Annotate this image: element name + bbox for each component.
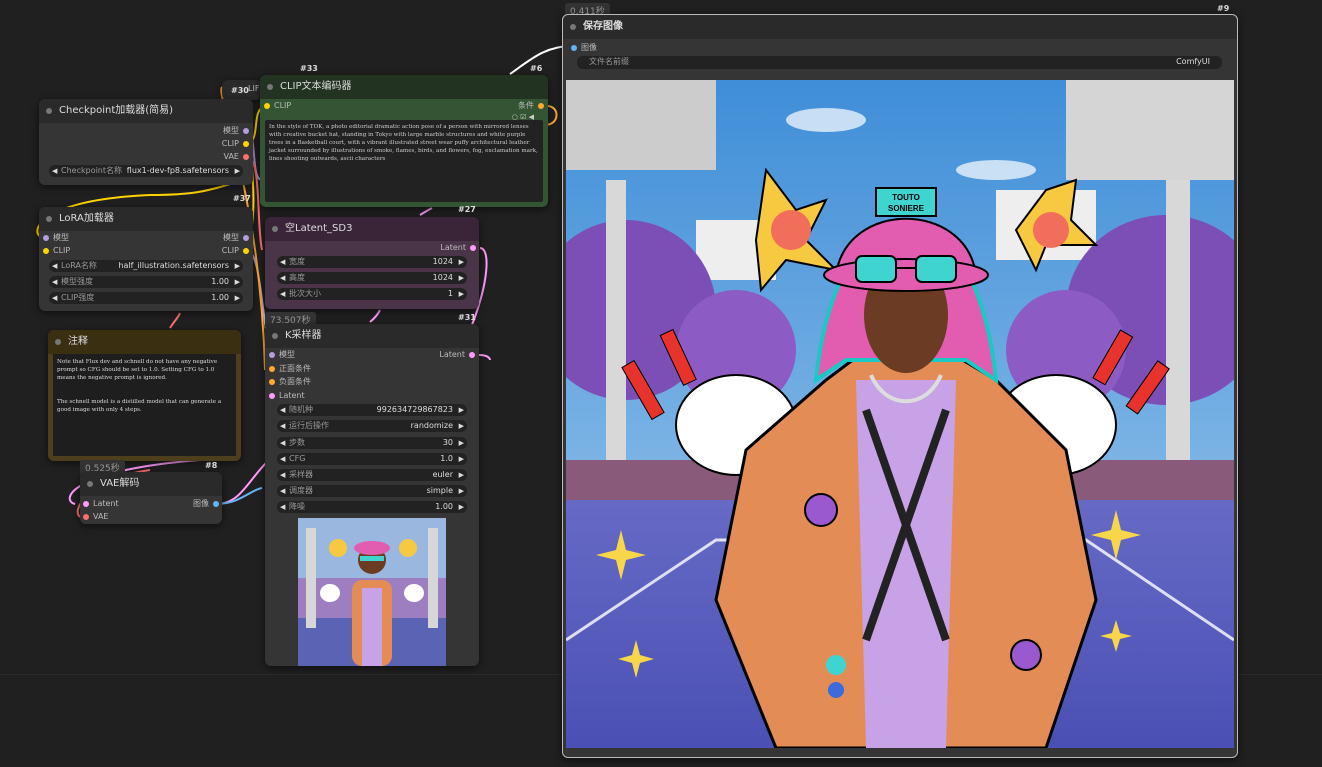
ksampler-input-latent[interactable]: Latent xyxy=(269,390,305,402)
vae-decode-title: VAE解码 xyxy=(80,472,222,496)
combo-right-arrow-icon[interactable]: ▶ xyxy=(235,165,240,177)
filename-prefix-input[interactable]: 文件名前缀 ComfyUI xyxy=(577,56,1222,69)
vae-decode-input-vae[interactable]: VAE xyxy=(83,511,109,523)
combo-left-arrow-icon[interactable]: ◀ xyxy=(52,165,57,177)
checkpoint-output-vae[interactable]: VAE xyxy=(224,151,249,163)
ksampler-preview-image xyxy=(298,518,446,666)
ksampler-denoise[interactable]: ◀ 降噪 1.00 ▶ xyxy=(277,501,467,513)
note-node[interactable]: 注释 Note that Flux dev and schnell do not… xyxy=(48,330,241,461)
model-port-dot[interactable] xyxy=(243,235,249,241)
conditioning-port-dot[interactable] xyxy=(269,366,275,372)
note-text-area[interactable]: Note that Flux dev and schnell do not ha… xyxy=(53,354,236,456)
ksampler-badge: #31 xyxy=(458,313,476,322)
lora-clip-strength[interactable]: ◀ CLIP强度 1.00 ▶ xyxy=(49,292,243,304)
vae-decode-output-image[interactable]: 图像 xyxy=(193,498,219,510)
ksampler-steps[interactable]: ◀ 步数 30 ▶ xyxy=(277,437,467,449)
checkpoint-loader-node[interactable]: Checkpoint加载器(简易) 模型 CLIP VAE ◀ Checkpoi… xyxy=(39,99,253,185)
generated-output-image: TOUTO SONIERE xyxy=(566,80,1234,748)
clip-encode-badge-2: #6 xyxy=(530,64,543,73)
hat-text-2: SONIERE xyxy=(888,204,925,213)
checkpoint-name-combo[interactable]: ◀ Checkpoint名称 flux1-dev-fp8.safetensors… xyxy=(49,165,243,177)
clip-port-dot[interactable] xyxy=(243,248,249,254)
ksampler-input-model[interactable]: 模型 xyxy=(269,349,295,361)
save-image-node[interactable]: 保存图像 图像 文件名前缀 ComfyUI TOUTO SONIERE xyxy=(562,14,1238,758)
checkpoint-output-clip[interactable]: CLIP xyxy=(222,138,249,150)
ksampler-control-after[interactable]: ◀ 运行后操作 randomize ▶ xyxy=(277,420,467,432)
lora-output-model[interactable]: 模型 xyxy=(223,232,249,244)
latent-height[interactable]: ◀ 高度 1024 ▶ xyxy=(277,272,467,284)
prompt-textarea[interactable]: In the style of TOK, a photo editorial d… xyxy=(265,120,543,202)
checkpoint-loader-title: Checkpoint加载器(简易) xyxy=(39,99,253,123)
conditioning-port-dot[interactable] xyxy=(269,379,275,385)
checkpoint-output-model[interactable]: 模型 xyxy=(223,125,249,137)
vae-decode-node[interactable]: VAE解码 Latent VAE 图像 xyxy=(80,472,222,524)
clip-encode-badge: #33 xyxy=(300,64,318,73)
clip-encode-output-cond[interactable]: 条件 xyxy=(518,100,544,112)
ksampler-cfg[interactable]: ◀ CFG 1.0 ▶ xyxy=(277,453,467,465)
empty-latent-title: 空Latent_SD3 xyxy=(265,217,479,241)
latent-batch[interactable]: ◀ 批次大小 1 ▶ xyxy=(277,288,467,300)
lora-model-strength[interactable]: ◀ 模型强度 1.00 ▶ xyxy=(49,276,243,288)
note-title: 注释 xyxy=(48,330,241,354)
latent-width[interactable]: ◀ 宽度 1024 ▶ xyxy=(277,256,467,268)
model-port-dot[interactable] xyxy=(269,352,275,358)
clip-encode-title: CLIP文本编码器 xyxy=(260,75,548,99)
ksampler-input-positive[interactable]: 正面条件 xyxy=(269,363,311,375)
image-port-dot[interactable] xyxy=(213,501,219,507)
ksampler-output-latent[interactable]: Latent xyxy=(439,349,475,361)
model-port-dot[interactable] xyxy=(243,128,249,134)
image-port-dot[interactable] xyxy=(571,45,577,51)
latent-port-dot[interactable] xyxy=(470,245,476,251)
ksampler-node[interactable]: K采样器 模型 正面条件 负面条件 Latent Latent ◀ 随机种 9926… xyxy=(265,324,479,666)
save-image-badge: #9 xyxy=(1217,4,1230,13)
latent-port-dot[interactable] xyxy=(469,352,475,358)
hat-text-1: TOUTO xyxy=(892,193,920,202)
checkpoint-badge: #37 xyxy=(233,194,251,203)
empty-latent-node[interactable]: 空Latent_SD3 Latent ◀ 宽度 1024 ▶ ◀ 高度 1024 ▶ ◀ 批次… xyxy=(265,217,479,309)
clip-text-encode-node[interactable]: CLIP文本编码器 CLIP 条件 ○ ☑ ◀ In the style of … xyxy=(260,75,548,207)
ksampler-title: K采样器 xyxy=(265,324,479,348)
lora-name-combo[interactable]: ◀ LoRA名称 half_illustration.safetensors ▶ xyxy=(49,260,243,272)
empty-latent-output-latent[interactable]: Latent xyxy=(440,242,476,254)
ksampler-seed[interactable]: ◀ 随机种 992634729867823 ▶ xyxy=(277,404,467,416)
ksampler-scheduler[interactable]: ◀ 调度器 simple ▶ xyxy=(277,485,467,497)
vae-port-dot[interactable] xyxy=(243,154,249,160)
note-text-paragraph-1: Note that Flux dev and schnell do not ha… xyxy=(57,359,218,381)
save-image-title: 保存图像 xyxy=(563,15,1237,39)
note-text-paragraph-2: The schnell model is a distilled model t… xyxy=(57,399,222,413)
save-image-input-image[interactable]: 图像 xyxy=(571,42,597,54)
latent-port-dot[interactable] xyxy=(269,393,275,399)
vae-decode-badge: #8 xyxy=(205,461,218,470)
node-30-title: LIF xyxy=(248,84,260,93)
node-30-badge: #30 xyxy=(231,86,249,95)
vae-port-dot[interactable] xyxy=(83,514,89,520)
clip-encode-input-clip[interactable]: CLIP xyxy=(264,100,291,112)
ksampler-sampler[interactable]: ◀ 采样器 euler ▶ xyxy=(277,469,467,481)
lora-loader-node[interactable]: LoRA加载器 模型 CLIP 模型 CLIP ◀ LoRA名称 half_illu… xyxy=(39,207,253,311)
model-port-dot[interactable] xyxy=(43,235,49,241)
ksampler-input-negative[interactable]: 负面条件 xyxy=(269,376,311,388)
clip-port-dot[interactable] xyxy=(264,103,270,109)
lora-output-clip[interactable]: CLIP xyxy=(222,245,249,257)
latent-port-dot[interactable] xyxy=(83,501,89,507)
clip-port-dot[interactable] xyxy=(243,141,249,147)
lora-loader-title: LoRA加载器 xyxy=(39,207,253,231)
conditioning-port-dot[interactable] xyxy=(538,103,544,109)
lora-input-model[interactable]: 模型 xyxy=(43,232,69,244)
vae-decode-input-latent[interactable]: Latent xyxy=(83,498,119,510)
empty-latent-badge: #27 xyxy=(458,205,476,214)
lora-input-clip[interactable]: CLIP xyxy=(43,245,70,257)
clip-port-dot[interactable] xyxy=(43,248,49,254)
